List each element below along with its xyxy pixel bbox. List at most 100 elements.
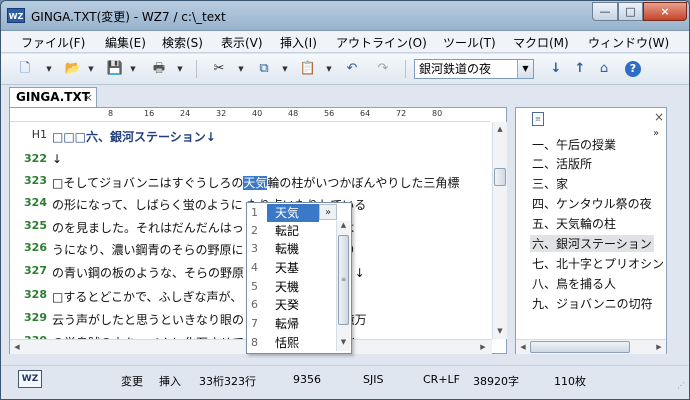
paste-dropdown-arrow[interactable]: ▼ <box>325 60 333 78</box>
open-dropdown-arrow[interactable]: ▼ <box>87 60 95 78</box>
ime-candidate-item[interactable]: 4 天基 <box>247 259 339 277</box>
scroll-right-icon[interactable]: ▶ <box>652 340 666 354</box>
menu-insert[interactable]: 挿入(I) <box>280 34 317 51</box>
status-insert-mode[interactable]: 挿入 <box>159 373 181 389</box>
open-folder-icon[interactable]: 📂 <box>63 60 83 78</box>
outline-item[interactable]: 一、午后の授業 <box>532 136 616 153</box>
print-icon[interactable]: 🖶 <box>149 60 169 78</box>
tab-ginga-txt[interactable]: GINGA.TXT × <box>9 87 97 108</box>
selected-text[interactable]: 天気 <box>243 176 268 190</box>
line-number: 323 <box>24 174 47 187</box>
ruler-tick: 32 <box>216 109 227 118</box>
document-icon[interactable]: ≡ <box>532 112 544 126</box>
scroll-right-icon[interactable]: ▶ <box>476 340 490 354</box>
ime-candidate-item[interactable]: 3 転機 <box>247 240 339 258</box>
menu-file[interactable]: ファイル(F) <box>21 34 85 51</box>
home-icon[interactable]: ⌂ <box>594 60 614 78</box>
paste-icon[interactable]: 📋 <box>298 60 318 78</box>
outline-item[interactable]: 七、北十字とプリオシン <box>532 255 664 272</box>
close-button[interactable]: × <box>643 2 687 21</box>
status-newline[interactable]: CR+LF <box>423 373 460 386</box>
menu-outline[interactable]: アウトライン(O) <box>336 34 427 51</box>
scroll-up-icon[interactable]: ▲ <box>493 122 507 136</box>
copy-icon[interactable]: ⧉ <box>254 60 274 78</box>
candidate-number: 1 <box>251 206 258 219</box>
candidate-number: 2 <box>251 224 258 237</box>
toolbar: 🗋 ▼ 📂 ▼ 💾 ▼ 🖶 ▼ ✂ ▼ ⧉ ▼ 📋 ▼ ↶ ↷ 銀河鉄道の夜 ▼… <box>1 54 689 85</box>
scroll-up-icon[interactable]: ▲ <box>337 221 350 233</box>
ime-candidate-item[interactable]: 1 天気 <box>267 204 319 222</box>
menu-view[interactable]: 表示(V) <box>221 34 263 51</box>
status-cursor-position[interactable]: 33桁323行 <box>199 373 256 389</box>
ime-expand-icon[interactable]: » <box>319 204 337 220</box>
outline-item[interactable]: 四、ケンタウル祭の夜 <box>532 195 652 212</box>
menu-tools[interactable]: ツール(T) <box>443 34 496 51</box>
help-icon[interactable]: ? <box>625 61 641 77</box>
status-bar: WZ 変更 挿入 33桁323行 9356 SJIS CR+LF 38920字 … <box>1 365 689 393</box>
tab-close-icon[interactable]: × <box>84 88 93 107</box>
outline-horizontal-scrollbar[interactable]: ◀ ▶ <box>516 339 666 354</box>
ruler-tick: 24 <box>180 109 191 118</box>
chevron-down-icon[interactable]: ▼ <box>517 60 533 78</box>
ruler-tick: 48 <box>288 109 299 118</box>
outline-item[interactable]: 二、活版所 <box>532 155 592 172</box>
scroll-down-icon[interactable]: ▼ <box>337 338 350 350</box>
status-encoding[interactable]: SJIS <box>363 373 383 386</box>
ime-candidate-item[interactable]: 2 転記 <box>247 222 339 240</box>
ime-candidate-item[interactable]: 7 転帰 <box>247 315 339 333</box>
scrollbar-thumb[interactable] <box>494 168 506 186</box>
outline-expand-icon[interactable]: » <box>653 128 659 139</box>
undo-icon[interactable]: ↶ <box>342 60 362 78</box>
toolbar-separator <box>196 60 197 78</box>
outline-item[interactable]: 五、天気輪の柱 <box>532 215 616 232</box>
line-number-gutter: H1 322 323 324 325 326 327 328 329 330 <box>10 122 50 354</box>
wz-app-icon[interactable]: WZ <box>7 8 25 23</box>
menu-edit[interactable]: 編集(E) <box>105 34 146 51</box>
move-down-icon[interactable]: ↓ <box>546 60 566 78</box>
candidate-word: 転機 <box>275 242 300 256</box>
editor-vertical-scrollbar[interactable]: ▲ ▼ <box>492 122 507 339</box>
ime-candidate-item[interactable]: 5 天機 <box>247 278 339 296</box>
menu-window[interactable]: ウィンドウ(W) <box>588 34 669 51</box>
outline-item-active[interactable]: 六、銀河ステーション <box>530 235 654 252</box>
outline-item[interactable]: 九、ジョバンニの切符 <box>532 295 653 312</box>
ime-scrollbar[interactable]: ▲ ≡ ▼ <box>336 221 350 351</box>
tab-label: GINGA.TXT <box>16 90 90 104</box>
minimize-button[interactable]: — <box>592 2 618 21</box>
save-disk-icon[interactable]: 💾 <box>105 60 125 78</box>
title-bar[interactable]: WZ GINGA.TXT(変更) - WZ7 / c:\_text — □ × <box>1 1 689 31</box>
text-after-selection: 輪の柱がいつかぼんやりした三角標 <box>267 176 460 190</box>
redo-icon[interactable]: ↷ <box>373 60 393 78</box>
copy-dropdown-arrow[interactable]: ▼ <box>281 60 289 78</box>
scroll-left-icon[interactable]: ◀ <box>10 340 24 354</box>
cut-dropdown-arrow[interactable]: ▼ <box>237 60 245 78</box>
candidate-word: 恬熙 <box>275 336 300 350</box>
menu-search[interactable]: 検索(S) <box>162 34 203 51</box>
maximize-button[interactable]: □ <box>618 2 643 21</box>
outline-close-icon[interactable]: × <box>654 110 664 124</box>
scroll-left-icon[interactable]: ◀ <box>516 340 530 354</box>
ime-candidate-item[interactable]: 8 恬熙 <box>247 334 339 352</box>
scrollbar-thumb[interactable]: ≡ <box>338 235 349 325</box>
style-select[interactable]: 銀河鉄道の夜 ▼ <box>414 59 534 79</box>
resize-grip-icon[interactable]: ⋰ <box>677 381 687 391</box>
save-dropdown-arrow[interactable]: ▼ <box>129 60 137 78</box>
cut-scissors-icon[interactable]: ✂ <box>209 60 229 78</box>
candidate-number: 6 <box>251 298 258 311</box>
ime-candidate-item[interactable]: 6 天癸 <box>247 296 339 314</box>
new-dropdown-arrow[interactable]: ▼ <box>45 60 53 78</box>
text-before-selection: □そしてジョバンニはすぐうしろの <box>52 176 244 190</box>
scroll-down-icon[interactable]: ▼ <box>493 324 507 338</box>
print-dropdown-arrow[interactable]: ▼ <box>176 60 184 78</box>
toolbar-separator <box>405 60 406 78</box>
move-up-icon[interactable]: ↑ <box>570 60 590 78</box>
ime-candidate-window[interactable]: 1 天気 1 » 2 転記 3 転機 4 天基 5 天機 6 天癸 7 転帰 <box>246 202 352 354</box>
ruler-tick: 72 <box>396 109 407 118</box>
candidate-number: 5 <box>251 280 258 293</box>
menu-macro[interactable]: マクロ(M) <box>513 34 569 51</box>
scrollbar-thumb[interactable] <box>530 341 630 353</box>
new-file-icon[interactable]: 🗋 <box>15 60 35 78</box>
outline-item[interactable]: 八、鳥を捕る人 <box>532 275 616 292</box>
outline-item[interactable]: 三、家 <box>532 175 568 192</box>
wz-logo-icon[interactable]: WZ <box>18 370 42 388</box>
